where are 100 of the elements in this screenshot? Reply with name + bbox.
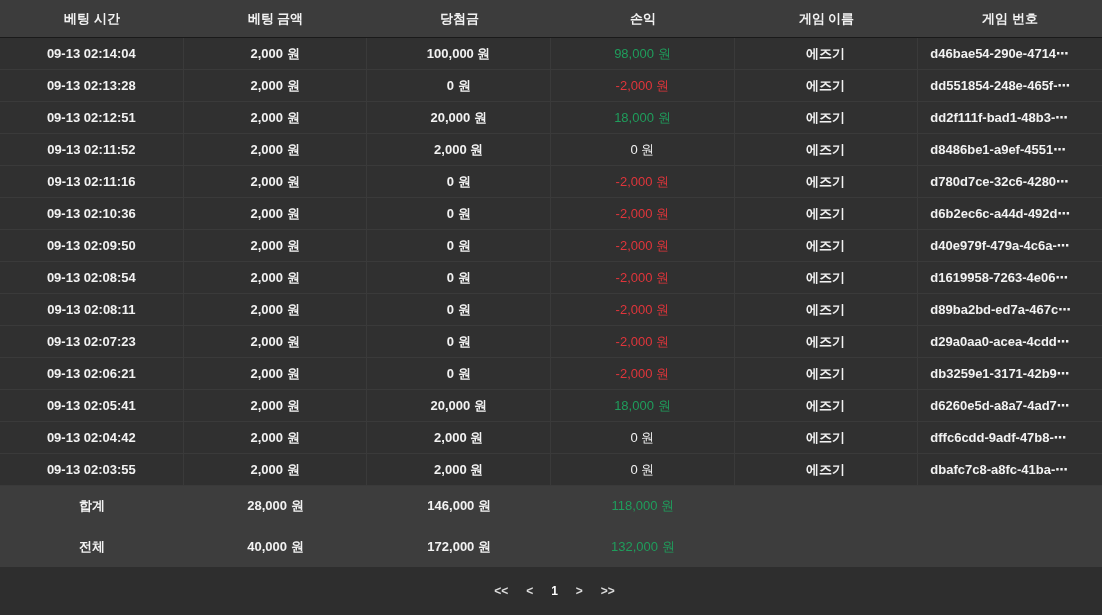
table-cell-text: d1619958-7263-4e06⋯ [929,269,1070,287]
table-cell: -2,000 원 [551,294,735,325]
table-cell: 에즈기 [734,262,919,293]
table-cell: 2,000 원 [183,198,368,229]
table-cell: 09-13 02:11:16 [0,166,184,197]
table-cell: 2,000 원 [183,422,368,453]
table-cell: 0 원 [367,358,551,389]
table-cell: -2,000 원 [551,358,735,389]
table-cell: 09-13 02:11:52 [0,134,184,165]
table-cell: 에즈기 [734,454,919,485]
table-cell-text: d46bae54-290e-4714⋯ [929,45,1071,63]
table-cell: -2,000 원 [551,230,735,261]
table-cell: 에즈기 [734,294,919,325]
table-cell-text: d8486be1-a9ef-4551⋯ [929,141,1068,159]
table-cell: 에즈기 [734,390,919,421]
table-cell: 2,000 원 [183,134,368,165]
table-cell: 에즈기 [734,166,919,197]
last-page-button[interactable]: >> [594,582,621,600]
table-cell: -2,000 원 [551,262,735,293]
next-page-button[interactable]: > [569,582,589,600]
table-cell: 0 원 [367,198,551,229]
table-cell: 0 원 [551,422,735,453]
table-cell: 09-13 02:08:54 [0,262,184,293]
table-cell: 2,000 원 [183,262,368,293]
table-cell-text: 28,000 원 [246,497,305,516]
table-cell: 98,000 원 [551,38,735,69]
table-cell: 09-13 02:05:41 [0,390,184,421]
table-cell-text: dbafc7c8-a8fc-41ba-⋯ [929,461,1070,479]
table-cell: 에즈기 [734,326,919,357]
table-cell-text: db3259e1-3171-42b9⋯ [929,365,1071,383]
table-cell: 09-13 02:14:04 [0,38,184,69]
table-cell-text: d89ba2bd-ed7a-467c⋯ [929,301,1073,319]
table-cell: 에즈기 [734,198,919,229]
table-cell: 09-13 02:09:50 [0,230,184,261]
table-cell-text: 172,000 원 [426,537,492,556]
table-cell: 09-13 02:12:51 [0,102,184,133]
column-header: 게임 이름 [797,9,856,28]
table-cell-text: dd2f111f-bad1-48b3-⋯ [929,109,1070,127]
table-cell: 2,000 원 [183,70,368,101]
table-cell: 0 원 [367,230,551,261]
table-cell: -2,000 원 [551,326,735,357]
table-cell: 20,000 원 [367,390,551,421]
table-cell: 에즈기 [734,134,919,165]
table-cell: 09-13 02:10:36 [0,198,184,229]
table-cell: 0 원 [367,166,551,197]
table-cell: 2,000 원 [183,358,368,389]
table-cell: 18,000 원 [551,102,735,133]
table-cell: 09-13 02:13:28 [0,70,184,101]
table-cell: 2,000 원 [183,454,368,485]
table-cell-text: d29a0aa0-acea-4cdd⋯ [929,333,1071,351]
table-cell: 0 원 [551,134,735,165]
table-cell-text: 118,000 원 [610,497,676,516]
table-cell: 0 원 [367,262,551,293]
table-cell-text: dffc6cdd-9adf-47b8-⋯ [929,429,1068,447]
table-cell: 0 원 [367,326,551,357]
table-cell: 09-13 02:04:42 [0,422,184,453]
table-cell-text: 132,000 원 [610,537,676,556]
table-cell-text: d6260e5d-a8a7-4ad7⋯ [929,397,1071,415]
table-cell: 0 원 [551,454,735,485]
table-cell: 09-13 02:07:23 [0,326,184,357]
table-cell-text: d40e979f-479a-4c6a-⋯ [929,237,1071,255]
table-cell: 09-13 02:06:21 [0,358,184,389]
table-cell: -2,000 원 [551,198,735,229]
column-header: 게임 번호 [981,9,1039,28]
table-cell: -2,000 원 [551,166,735,197]
table-cell: 에즈기 [734,422,919,453]
table-cell: 2,000 원 [367,134,551,165]
table-cell-text: d6b2ec6c-a44d-492d⋯ [929,205,1072,223]
table-cell: 0 원 [367,70,551,101]
table-cell: 2,000 원 [183,326,368,357]
table-cell-text: 146,000 원 [426,497,492,516]
table-cell: 에즈기 [734,102,919,133]
column-header: 베팅 시간 [63,9,121,28]
previous-page-button[interactable]: < [520,582,540,600]
table-cell: 100,000 원 [367,38,551,69]
table-cell: 09-13 02:03:55 [0,454,184,485]
table-cell: 2,000 원 [367,422,551,453]
table-cell-text: d780d7ce-32c6-4280⋯ [929,173,1071,191]
table-cell: 에즈기 [734,358,919,389]
table-cell: 2,000 원 [183,390,368,421]
table-cell: 2,000 원 [183,230,368,261]
table-cell: 2,000 원 [367,454,551,485]
table-cell: 0 원 [367,294,551,325]
first-page-button[interactable]: << [488,582,515,600]
table-cell: 에즈기 [734,70,919,101]
table-cell: 2,000 원 [183,166,368,197]
table-cell: 에즈기 [734,230,919,261]
table-cell: -2,000 원 [551,70,735,101]
table-cell: 18,000 원 [551,390,735,421]
table-cell: 2,000 원 [183,38,368,69]
table-cell: 09-13 02:08:11 [0,294,184,325]
page-button[interactable]: 1 [545,582,564,600]
column-header: 손익 [628,9,657,28]
table-cell: 20,000 원 [367,102,551,133]
table-cell-text: 합계 [77,497,106,516]
table-cell-text: dd551854-248e-465f-⋯ [929,77,1072,95]
table-cell: 에즈기 [734,38,919,69]
column-header: 베팅 금액 [246,9,305,28]
column-header: 당첨금 [438,9,480,28]
table-cell-text: 40,000 원 [246,537,305,556]
